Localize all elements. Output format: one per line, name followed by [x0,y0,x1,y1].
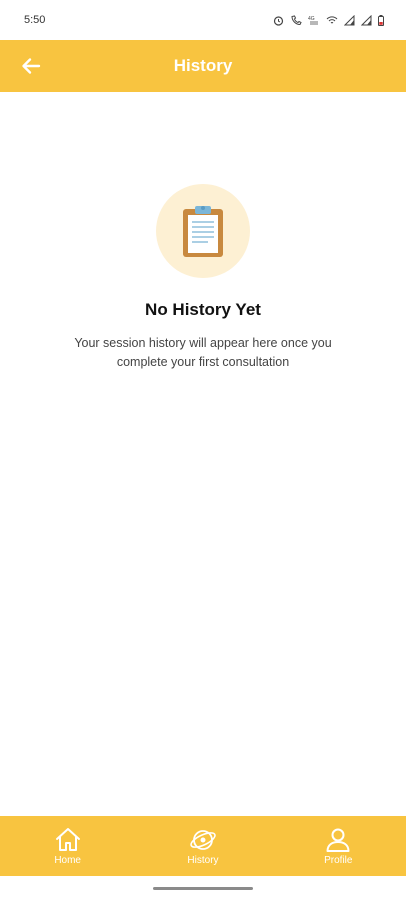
status-icons: 4G [273,14,384,26]
status-time: 5:50 [24,14,46,26]
arrow-left-icon [22,58,41,74]
empty-icon-circle [156,184,250,278]
clipboard-icon [183,206,223,257]
home-icon [55,827,80,851]
profile-icon [326,828,350,852]
nav-label-home: Home [54,854,81,866]
nav-item-profile[interactable]: Profile [293,827,383,866]
nav-label-history: History [187,854,219,866]
home-indicator[interactable] [153,887,253,890]
signal-icon [361,14,372,25]
app-bar: History [0,40,406,92]
empty-state: No History Yet Your session history will… [0,184,406,372]
nav-item-home[interactable]: Home [23,827,113,866]
page-title: History [173,56,233,75]
data-icon: 4G [308,16,318,24]
back-button[interactable] [18,54,44,78]
svg-text:4G: 4G [308,16,315,22]
signal-icon [344,14,355,25]
status-bar: 5:50 4G [0,0,406,40]
nav-item-history[interactable]: History [158,827,248,866]
empty-title: No History Yet [145,300,261,319]
wifi-calling-icon [291,14,302,25]
history-icon [190,829,216,850]
empty-description: Your session history will appear here on… [74,336,332,369]
wifi-icon [326,15,338,23]
battery-icon [378,14,384,26]
alarm-icon [273,15,284,26]
nav-label-profile: Profile [324,854,353,866]
bottom-nav: Home History Profile [0,816,406,876]
